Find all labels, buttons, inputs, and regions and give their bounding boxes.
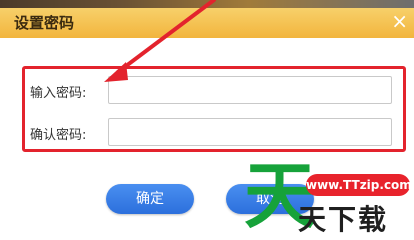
- watermark-url-badge: www.TTzip.com: [306, 174, 412, 196]
- arrow-head: [104, 62, 128, 82]
- watermark-text: 天下载: [298, 203, 389, 236]
- arrow-shaft: [116, 0, 216, 74]
